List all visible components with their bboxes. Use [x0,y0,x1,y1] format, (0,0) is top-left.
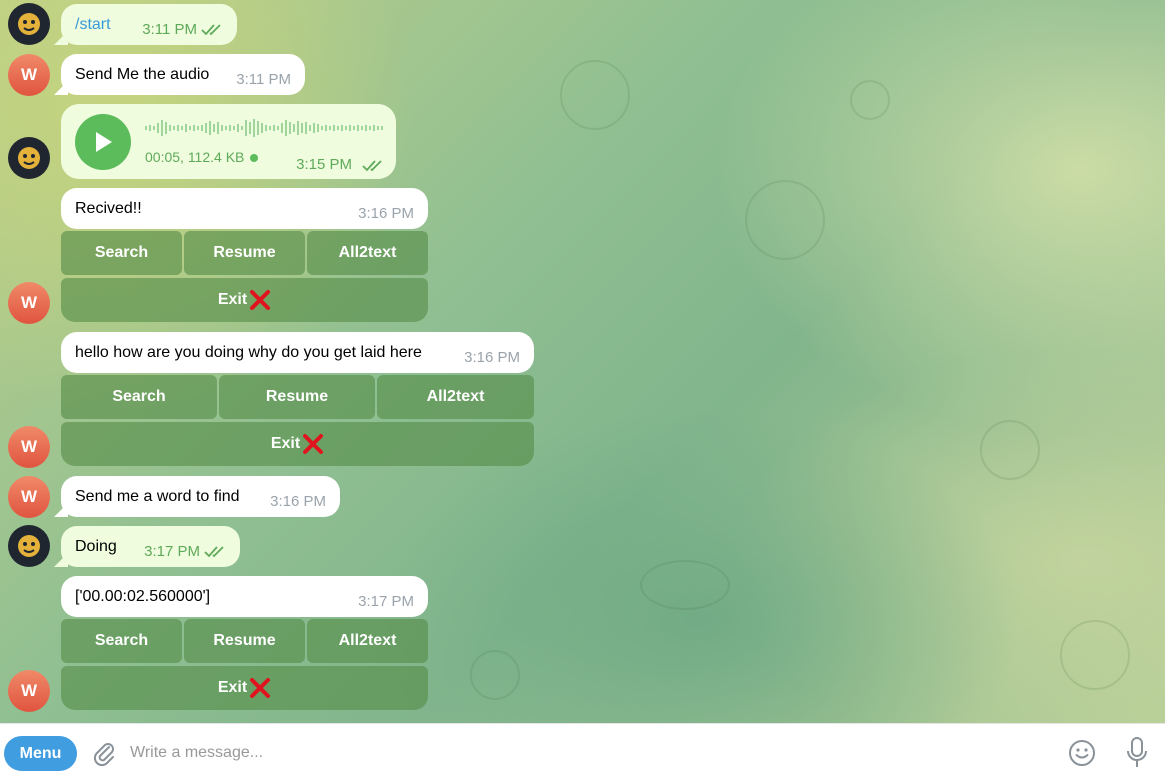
voice-meta-text: 00:05, 112.4 KB [145,149,245,165]
message-time: 3:17 PM [144,543,200,560]
bot-avatar-icon[interactable] [8,3,50,45]
background-doodle [745,180,825,260]
message-bubble: hello how are you doing why do you get l… [61,332,534,373]
cross-mark-icon [303,434,324,454]
voice-duration-size: 00:05, 112.4 KB [145,149,259,165]
message-text: hello how are you doing why do you get l… [75,343,422,361]
message-composer: Menu [0,723,1165,781]
voice-message: 00:05, 112.4 KB 3:15 PM [61,104,396,179]
message-time: 3:16 PM [270,493,326,510]
resume-button[interactable]: Resume [219,375,375,419]
play-icon [96,132,112,152]
message-bubble: Recived!! 3:16 PM [61,188,428,229]
search-button[interactable]: Search [61,619,182,663]
paperclip-icon[interactable] [90,739,118,767]
microphone-icon[interactable] [1122,736,1152,770]
double-check-icon [362,160,382,172]
resume-button[interactable]: Resume [184,231,305,275]
avatar[interactable]: W [8,282,50,324]
background-doodle [850,80,890,120]
message-bubble: ['00.00:02.560000'] 3:17 PM [61,576,428,617]
message-bubble: Send me a word to find 3:16 PM [61,476,340,517]
message-bubble: Send Me the audio 3:11 PM [61,54,305,95]
avatar[interactable]: W [8,54,50,96]
resume-button[interactable]: Resume [184,619,305,663]
message-time: 3:17 PM [358,593,414,610]
avatar[interactable]: W [8,670,50,712]
background-doodle [560,60,630,130]
avatar[interactable]: W [8,476,50,518]
exit-button[interactable]: Exit [61,422,534,466]
message-time: 3:16 PM [358,205,414,222]
chat-area: /start 3:11 PM W Send Me the audio 3:11 … [0,0,1165,723]
message-time: 3:16 PM [464,349,520,366]
bot-avatar-icon[interactable] [8,137,50,179]
message-text: Send Me the audio [75,65,210,83]
search-button[interactable]: Search [61,231,182,275]
exit-label: Exit [270,435,301,452]
cross-mark-icon [250,678,271,698]
all2text-button[interactable]: All2text [307,619,428,663]
double-check-icon [201,24,221,36]
message-time: 3:11 PM [236,71,291,88]
search-button[interactable]: Search [61,375,217,419]
message-bubble: /start 3:11 PM [61,4,237,45]
play-button[interactable] [75,114,131,170]
avatar[interactable]: W [8,426,50,468]
message-text: Doing [75,537,117,555]
unplayed-dot [250,154,259,163]
message-input[interactable] [130,734,1030,772]
background-doodle [1060,620,1130,690]
cross-mark-icon [250,290,271,310]
message-text: ['00.00:02.560000'] [75,587,211,605]
message-bubble: Doing 3:17 PM [61,526,240,567]
background-doodle [470,650,520,700]
message-time: 3:11 PM [142,21,197,38]
message-text[interactable]: /start [75,16,111,34]
double-check-icon [204,546,224,558]
exit-button[interactable]: Exit [61,666,428,710]
menu-button[interactable]: Menu [4,736,77,771]
bot-avatar-icon[interactable] [8,525,50,567]
exit-label: Exit [217,679,248,696]
all2text-button[interactable]: All2text [377,375,534,419]
message-text: Recived!! [75,199,142,217]
all2text-button[interactable]: All2text [307,231,428,275]
emoji-icon[interactable] [1067,738,1097,768]
message-text: Send me a word to find [75,487,240,505]
waveform[interactable] [145,118,385,138]
message-time: 3:15 PM [296,156,352,173]
exit-label: Exit [217,291,248,308]
background-doodle [980,420,1040,480]
background-doodle [640,560,730,610]
exit-button[interactable]: Exit [61,278,428,322]
